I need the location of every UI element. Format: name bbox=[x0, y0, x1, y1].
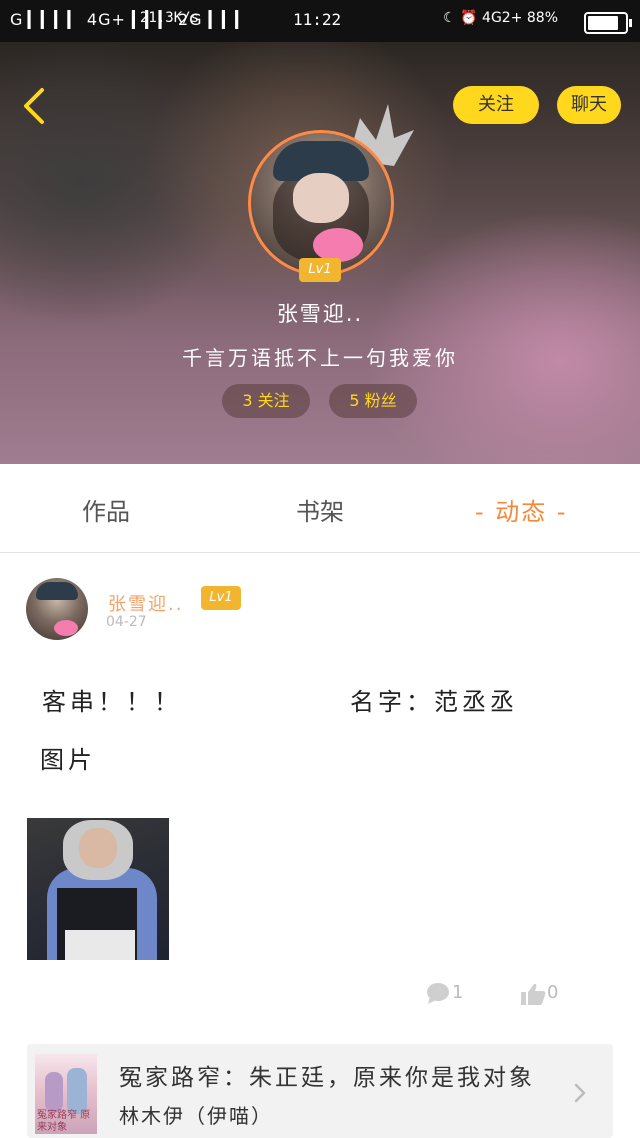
comment-count: 1 bbox=[452, 982, 464, 1003]
clock: 11:22 bbox=[293, 10, 342, 29]
post-date: 04-27 bbox=[106, 614, 147, 630]
thumbs-up-icon[interactable] bbox=[520, 982, 546, 1006]
tab-bookshelf[interactable]: 书架 bbox=[296, 492, 344, 527]
fans-count-button[interactable]: 5 粉丝 bbox=[329, 384, 417, 418]
profile-header: 关注 聊天 Lv1 张雪迎.. 千言万语抵不上一句我爱你 3 关注 5 粉丝 bbox=[0, 42, 640, 464]
signal-indicators: G ▎▎▎▎ 4G+ ▎▎▎ 2G ▎▎▎ bbox=[10, 10, 249, 29]
book-title: 冤家路窄：朱正廷，原来你是我对象 bbox=[119, 1065, 535, 1091]
post-author-name[interactable]: 张雪迎.. bbox=[108, 590, 183, 616]
status-bar: G ▎▎▎▎ 4G+ ▎▎▎ 2G ▎▎▎ 21.3K/s 11:22 ☾ ⏰ … bbox=[0, 0, 640, 42]
tab-works[interactable]: 作品 bbox=[82, 492, 130, 527]
post-level-badge: Lv1 bbox=[201, 586, 241, 610]
follow-button[interactable]: 关注 bbox=[453, 86, 539, 124]
level-badge: Lv1 bbox=[299, 258, 341, 282]
book-cover: 冤家路窄 原来对象 bbox=[35, 1054, 97, 1134]
post-image[interactable] bbox=[27, 818, 169, 960]
chevron-right-icon bbox=[574, 1083, 586, 1103]
profile-username: 张雪迎.. bbox=[276, 302, 364, 326]
battery-icon bbox=[584, 12, 632, 34]
profile-tabs: 作品 书架 - 动态 - bbox=[0, 464, 640, 553]
chat-button[interactable]: 聊天 bbox=[557, 86, 621, 124]
post-text: 图片 bbox=[40, 746, 96, 774]
book-author: 林木伊（伊喵） bbox=[119, 1104, 273, 1128]
tab-feed[interactable]: - 动态 - bbox=[475, 492, 568, 527]
following-count-button[interactable]: 3 关注 bbox=[222, 384, 310, 418]
post-text: 客串！！！ bbox=[42, 688, 182, 716]
profile-avatar[interactable] bbox=[248, 130, 394, 276]
status-icons: ☾ ⏰ 4G2+ 88% bbox=[443, 10, 558, 26]
comment-icon[interactable] bbox=[426, 982, 450, 1004]
like-count: 0 bbox=[547, 982, 559, 1003]
network-speed: 21.3K/s bbox=[140, 10, 200, 26]
profile-bio: 千言万语抵不上一句我爱你 bbox=[182, 346, 458, 370]
book-card[interactable]: 冤家路窄 原来对象 冤家路窄：朱正廷，原来你是我对象 林木伊（伊喵） bbox=[27, 1044, 613, 1138]
back-arrow-icon[interactable] bbox=[18, 86, 54, 126]
post-author-avatar[interactable] bbox=[26, 578, 88, 640]
post-text: 名字：范丞丞 bbox=[350, 688, 518, 716]
